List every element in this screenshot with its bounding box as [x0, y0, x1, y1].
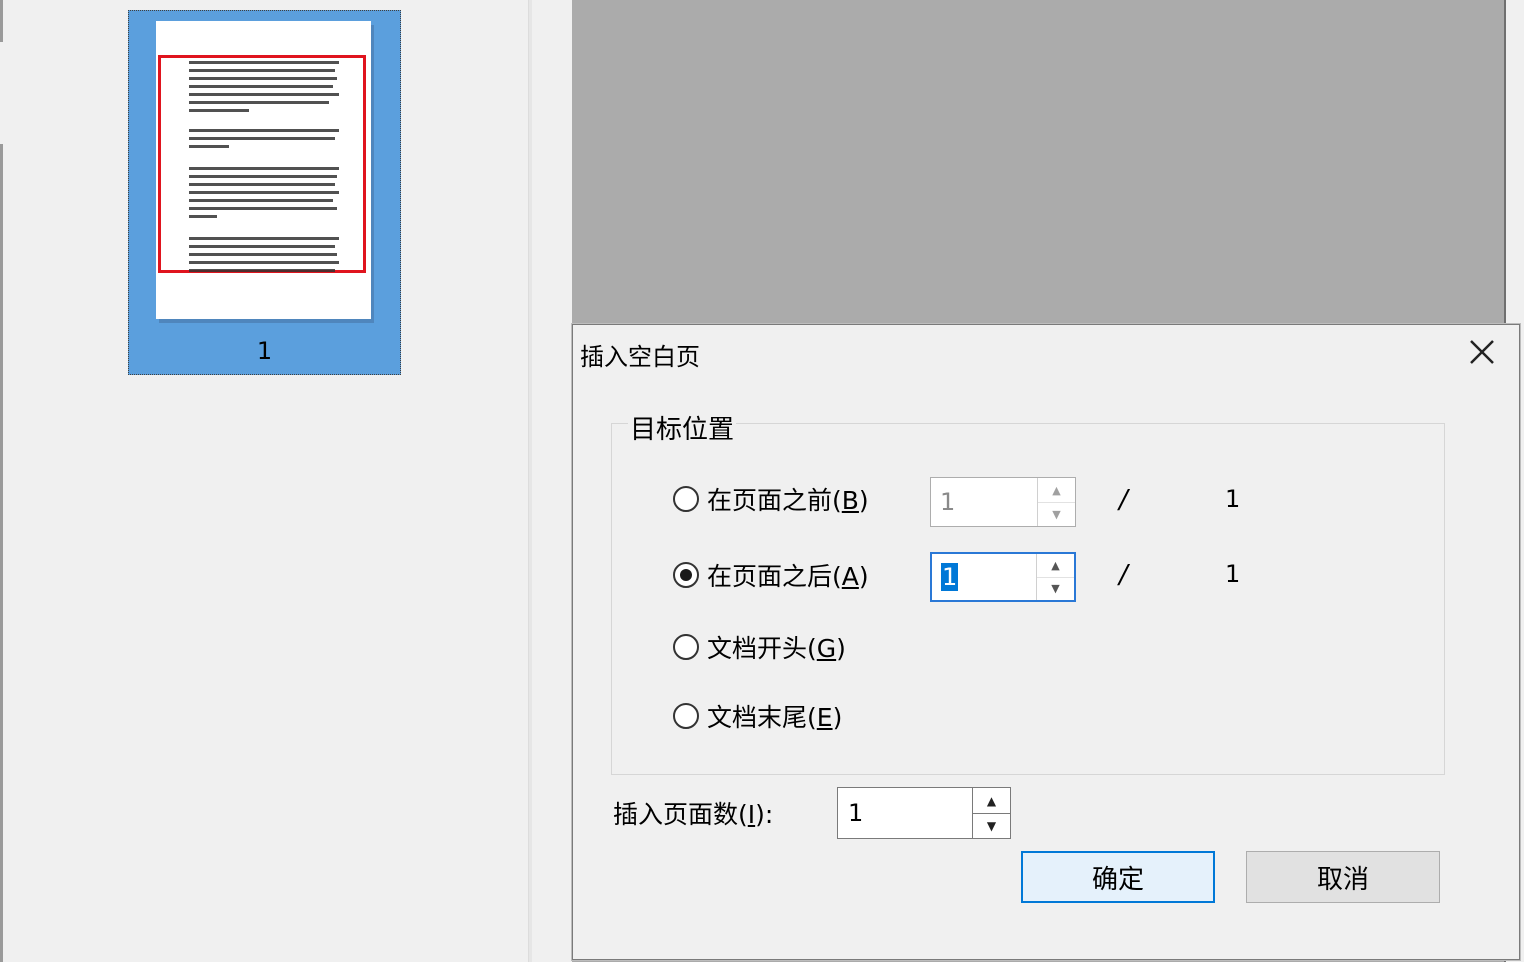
text-line	[189, 175, 337, 178]
pane-edge	[0, 0, 3, 42]
radio-after-page-circle[interactable]	[673, 562, 699, 588]
radio-after-page[interactable]: 在页面之后(A)	[673, 557, 869, 593]
text-line	[189, 61, 339, 64]
spin-down-button[interactable]: ▼	[1037, 577, 1074, 600]
pane-splitter[interactable]	[528, 0, 532, 962]
total-pages-before: 1	[1225, 485, 1241, 513]
text-line	[189, 145, 229, 148]
text-line	[189, 85, 333, 88]
text-line	[189, 101, 329, 104]
radio-before-page[interactable]: 在页面之前(B)	[673, 481, 869, 517]
text-line	[189, 207, 337, 210]
thumbnail-page-preview	[156, 21, 371, 319]
thumbnail-pane: 1	[0, 0, 528, 962]
text-line	[189, 129, 339, 132]
page-count-spinner[interactable]: ▲ ▼	[837, 787, 1011, 839]
spinner-buttons: ▲ ▼	[1036, 554, 1074, 600]
cancel-button[interactable]: 取消	[1246, 851, 1440, 903]
pane-edge-lower	[0, 144, 3, 962]
text-line	[189, 253, 337, 256]
spin-up-button[interactable]: ▲	[1038, 478, 1075, 503]
after-page-number-spinner[interactable]: 1 ▲ ▼	[930, 552, 1076, 602]
radio-document-start-circle[interactable]	[673, 634, 699, 660]
radio-after-page-label: 在页面之后(A)	[707, 562, 869, 591]
radio-before-page-circle[interactable]	[673, 486, 699, 512]
page-thumbnail-selected[interactable]: 1	[128, 10, 401, 375]
insert-blank-page-dialog: 插入空白页 目标位置 在页面之前(B) ▲ ▼ / 1 在页面之后(A) 1 ▲…	[572, 324, 1520, 960]
spinner-buttons: ▲ ▼	[1037, 478, 1075, 526]
spin-down-button[interactable]: ▼	[973, 813, 1010, 838]
radio-document-end-circle[interactable]	[673, 703, 699, 729]
text-line	[189, 191, 339, 194]
before-page-number-input[interactable]	[931, 478, 1036, 526]
text-line	[189, 245, 335, 248]
total-pages-after: 1	[1225, 560, 1241, 588]
page-count-label: 插入页面数(I):	[613, 800, 774, 829]
text-line	[189, 77, 337, 80]
text-line	[189, 137, 335, 140]
text-line	[189, 269, 335, 272]
radio-document-end[interactable]: 文档末尾(E)	[673, 698, 842, 734]
page-separator: /	[1119, 560, 1128, 590]
text-line	[189, 199, 333, 202]
spin-up-button[interactable]: ▲	[1037, 554, 1074, 578]
after-page-number-input[interactable]: 1	[941, 563, 959, 591]
text-line	[189, 109, 249, 112]
page-separator: /	[1119, 485, 1128, 515]
spin-up-button[interactable]: ▲	[973, 788, 1010, 814]
dialog-title: 插入空白页	[580, 343, 700, 371]
text-line	[189, 69, 335, 72]
before-page-number-spinner[interactable]: ▲ ▼	[930, 477, 1076, 527]
radio-document-end-label: 文档末尾(E)	[707, 703, 843, 732]
radio-before-page-label: 在页面之前(B)	[707, 486, 869, 515]
text-line	[189, 215, 217, 218]
spin-down-button[interactable]: ▼	[1038, 502, 1075, 526]
close-button[interactable]	[1461, 331, 1503, 373]
text-line	[189, 183, 335, 186]
group-title: 目标位置	[628, 409, 737, 446]
radio-document-start[interactable]: 文档开头(G)	[673, 629, 846, 665]
thumbnail-page-number: 1	[256, 337, 273, 365]
page-count-input[interactable]	[838, 788, 968, 838]
radio-document-start-label: 文档开头(G)	[707, 634, 846, 663]
spinner-buttons: ▲ ▼	[972, 788, 1010, 838]
text-line	[189, 93, 339, 96]
close-icon	[1470, 340, 1494, 364]
text-line	[189, 261, 339, 264]
text-line	[189, 237, 339, 240]
text-line	[189, 167, 339, 170]
ok-button[interactable]: 确定	[1021, 851, 1215, 903]
